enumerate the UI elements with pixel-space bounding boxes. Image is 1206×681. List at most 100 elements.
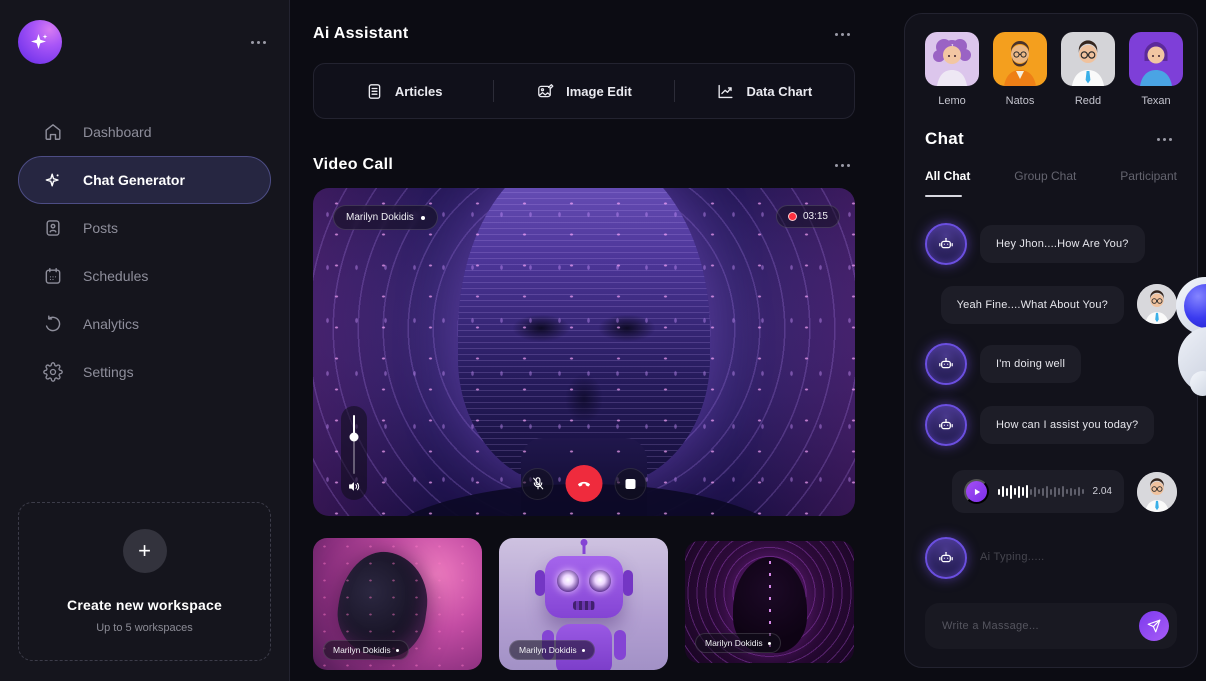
- robot-icon: [936, 354, 956, 374]
- sidebar-item-label: Settings: [83, 364, 134, 380]
- speaker-icon: [348, 480, 361, 493]
- sidebar-item-label: Chat Generator: [83, 172, 185, 188]
- online-dot: [421, 216, 425, 220]
- chat-bubble: Yeah Fine....What About You?: [941, 286, 1124, 324]
- chat-bubble: How can I assist you today?: [980, 406, 1154, 444]
- sidebar-item-label: Analytics: [83, 316, 139, 332]
- message-row: I'm doing well: [925, 343, 1177, 385]
- sparkle-logo-icon: [28, 30, 52, 54]
- sidebar-item-posts[interactable]: Posts: [18, 204, 271, 252]
- robot-icon: [936, 234, 956, 254]
- volume-slider[interactable]: [341, 406, 367, 500]
- sidebar-item-chat-generator[interactable]: Chat Generator: [18, 156, 271, 204]
- chat-tab-all[interactable]: All Chat: [925, 169, 970, 183]
- sidebar-nav: Dashboard Chat Generator Posts: [18, 108, 271, 396]
- image-edit-icon: [536, 82, 555, 101]
- end-call-button[interactable]: [566, 465, 603, 502]
- volume-knob[interactable]: [350, 433, 359, 442]
- avatar: [1129, 32, 1183, 86]
- thumbnail-cyborg[interactable]: Marilyn Dokidis: [313, 538, 482, 670]
- tab-label: Data Chart: [746, 84, 812, 99]
- create-workspace-card[interactable]: + Create new workspace Up to 5 workspace…: [18, 502, 271, 661]
- thumbnail-caller-name: Marilyn Dokidis: [705, 638, 763, 648]
- mic-off-icon: [530, 476, 545, 491]
- online-dot: [582, 649, 585, 652]
- thumbnail-robot[interactable]: Marilyn Dokidis: [499, 538, 668, 670]
- ai-assistant-more-icon[interactable]: [829, 24, 855, 44]
- sidebar-more-icon[interactable]: [245, 32, 271, 52]
- app-window: Dashboard Chat Generator Posts: [0, 0, 1206, 681]
- mute-mic-button[interactable]: [522, 468, 554, 500]
- thumbnail-name-badge: Marilyn Dokidis: [509, 640, 595, 660]
- robot-icon: [936, 415, 956, 435]
- thumbnail-name-badge: Marilyn Dokidis: [323, 640, 409, 660]
- call-controls: [522, 465, 647, 502]
- thumbnail-name-badge: Marilyn Dokidis: [695, 633, 781, 653]
- contacts-row: Lemo: [925, 32, 1177, 107]
- sidebar-item-settings[interactable]: Settings: [18, 348, 271, 396]
- message-row: Yeah Fine....What About You?: [925, 284, 1177, 324]
- volume-track[interactable]: [353, 415, 356, 474]
- chat-bubble: Hey Jhon....How Are You?: [980, 225, 1145, 263]
- thumbnail-silhouette[interactable]: Marilyn Dokidis: [685, 541, 854, 663]
- workspace-title: Create new workspace: [33, 597, 256, 613]
- contact-texan[interactable]: Texan: [1129, 32, 1183, 107]
- stop-icon: [626, 479, 636, 489]
- calendar-icon: [43, 266, 63, 286]
- sidebar-item-analytics[interactable]: Analytics: [18, 300, 271, 348]
- sidebar-item-label: Dashboard: [83, 124, 152, 140]
- bot-avatar: [925, 404, 967, 446]
- chat-tab-group[interactable]: Group Chat: [1014, 169, 1076, 183]
- send-button[interactable]: [1139, 611, 1169, 641]
- message-input[interactable]: [942, 620, 1131, 632]
- video-call-title: Video Call: [313, 156, 393, 174]
- posts-icon: [43, 218, 63, 238]
- add-workspace-button[interactable]: +: [123, 529, 167, 573]
- thumbnail-caller-name: Marilyn Dokidis: [519, 645, 577, 655]
- chat-tab-participant[interactable]: Participant: [1120, 169, 1177, 183]
- tab-label: Image Edit: [566, 84, 632, 99]
- message-input-bar: [925, 603, 1177, 649]
- ai-typing-indicator: Ai Typing.....: [980, 551, 1045, 563]
- avatar: [1061, 32, 1115, 86]
- stop-record-button[interactable]: [615, 468, 647, 500]
- send-icon: [1147, 619, 1161, 633]
- tab-image-edit[interactable]: Image Edit: [494, 82, 673, 101]
- sidebar: Dashboard Chat Generator Posts: [0, 0, 290, 681]
- contact-name: Lemo: [925, 95, 979, 107]
- thumbnail-caller-name: Marilyn Dokidis: [333, 645, 391, 655]
- sidebar-item-dashboard[interactable]: Dashboard: [18, 108, 271, 156]
- user-avatar: [1137, 472, 1177, 512]
- video-thumbnails: Marilyn Dokidis Marilyn Dokidis: [313, 538, 855, 670]
- video-call-more-icon[interactable]: [829, 155, 855, 175]
- robot-icon: [936, 548, 956, 568]
- contact-natos[interactable]: Natos: [993, 32, 1047, 107]
- sidebar-item-label: Posts: [83, 220, 118, 236]
- main-content: Ai Assistant Articles Image Edit: [290, 0, 897, 681]
- tab-label: Articles: [395, 84, 443, 99]
- thumbnail-art: [545, 556, 623, 618]
- page-title: Ai Assistant: [313, 25, 408, 43]
- chat-tabs: All Chat Group Chat Participant: [925, 169, 1177, 183]
- message-row: 2.04: [925, 470, 1177, 513]
- bot-avatar: [925, 343, 967, 385]
- tab-articles[interactable]: Articles: [314, 82, 493, 101]
- assistant-tabs: Articles Image Edit Data Char: [313, 63, 855, 119]
- online-dot: [396, 649, 399, 652]
- tab-data-chart[interactable]: Data Chart: [675, 82, 854, 101]
- contact-redd[interactable]: Redd: [1061, 32, 1115, 107]
- caller-name: Marilyn Dokidis: [346, 212, 414, 223]
- avatar: [993, 32, 1047, 86]
- play-button[interactable]: [964, 479, 989, 504]
- contact-name: Texan: [1129, 95, 1183, 107]
- chat-panel-column: Lemo: [897, 0, 1206, 681]
- voice-duration: 2.04: [1093, 486, 1112, 497]
- contact-lemo[interactable]: Lemo: [925, 32, 979, 107]
- sidebar-item-label: Schedules: [83, 268, 148, 284]
- avatar: [925, 32, 979, 86]
- play-icon: [972, 487, 982, 497]
- analytics-icon: [43, 314, 63, 334]
- sidebar-item-schedules[interactable]: Schedules: [18, 252, 271, 300]
- chat-more-icon[interactable]: [1151, 129, 1177, 149]
- message-row: How can I assist you today?: [925, 404, 1177, 446]
